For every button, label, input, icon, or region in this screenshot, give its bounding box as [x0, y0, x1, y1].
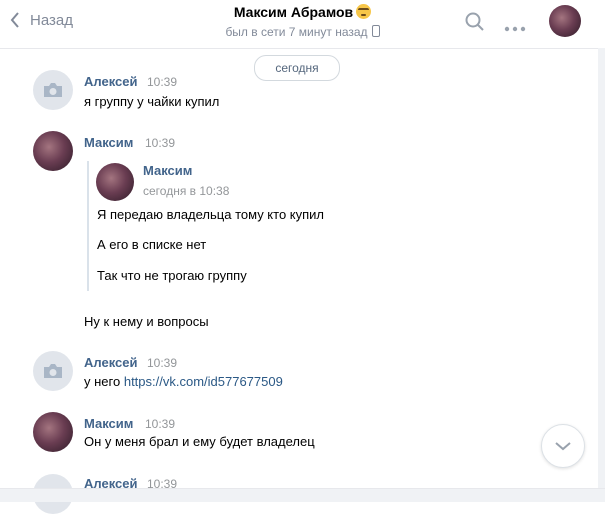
forwarded-time: сегодня в 10:38 [143, 184, 230, 198]
message-time[interactable]: 10:39 [147, 75, 177, 89]
date-divider: сегодня [254, 55, 340, 81]
message-author[interactable]: Алексей [84, 74, 138, 89]
message-author[interactable]: Максим [84, 416, 133, 431]
message-text: Ну к нему и вопросы [84, 314, 209, 329]
forwarded-text: А его в списке нет [97, 237, 207, 252]
back-label: Назад [30, 11, 73, 29]
chat-header: Назад Максим Абрамов был в сети 7 минут … [0, 0, 605, 49]
scrollbar[interactable] [598, 48, 605, 488]
more-button[interactable] [504, 19, 526, 37]
message-time[interactable]: 10:39 [145, 136, 175, 150]
message-author[interactable]: Алексей [84, 355, 138, 370]
composer-area[interactable] [0, 488, 605, 502]
chevron-left-icon [10, 12, 19, 28]
chat-title-block[interactable]: Максим Абрамов был в сети 7 минут назад [160, 4, 445, 39]
forwarded-text: Так что не трогаю группу [97, 268, 247, 283]
chevron-down-icon [555, 442, 571, 451]
forwarded-message-bar [87, 161, 89, 291]
forwarded-text: Я передаю владельца тому кто купил [97, 207, 325, 222]
phone-icon [371, 25, 380, 37]
contact-avatar[interactable] [549, 5, 581, 37]
camera-icon [44, 364, 62, 378]
search-button[interactable] [465, 12, 485, 37]
forwarded-avatar[interactable] [96, 163, 134, 201]
chat-title: Максим Абрамов [160, 4, 445, 21]
profile-link[interactable]: https://vk.com/id577677509 [124, 374, 283, 389]
avatar[interactable] [33, 70, 73, 110]
search-icon [465, 12, 484, 31]
chat-status: был в сети 7 минут назад [160, 25, 445, 39]
message-text-prefix: у него [84, 374, 121, 389]
back-button[interactable]: Назад [10, 8, 73, 32]
forwarded-author[interactable]: Максим [143, 163, 192, 178]
message-author[interactable]: Максим [84, 135, 133, 150]
message-text: я группу у чайки купил [84, 94, 220, 109]
message-time[interactable]: 10:39 [147, 356, 177, 370]
message-text: Он у меня брал и ему будет владелец [84, 434, 315, 449]
avatar[interactable] [33, 131, 73, 171]
camera-icon [44, 83, 62, 97]
avatar[interactable] [33, 351, 73, 391]
scroll-down-button[interactable] [541, 424, 585, 468]
message-text: у него https://vk.com/id577677509 [84, 374, 283, 389]
more-icon [504, 26, 526, 32]
emoji-sunglasses-icon [356, 4, 372, 19]
message-time[interactable]: 10:39 [145, 417, 175, 431]
avatar[interactable] [33, 412, 73, 452]
